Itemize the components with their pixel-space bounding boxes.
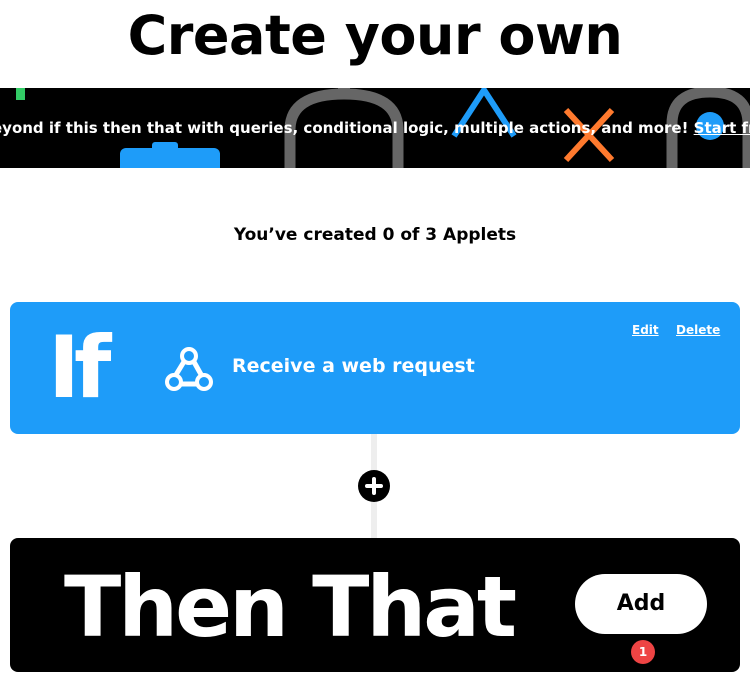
applet-count-text: You’ve created 0 of 3 Applets — [233, 225, 517, 245]
then-action-card: Then That Add 1 — [10, 538, 740, 672]
page-title: Create your own — [127, 4, 623, 67]
start-free-link[interactable]: Start free — [694, 119, 750, 137]
promo-banner: eyond if this then that with queries, co… — [0, 88, 750, 168]
edit-trigger-link[interactable]: Edit — [632, 322, 659, 338]
delete-trigger-link[interactable]: Delete — [676, 322, 720, 338]
if-label: If — [48, 318, 111, 418]
add-step-button[interactable] — [358, 470, 390, 502]
trigger-name: Receive a web request — [232, 355, 475, 377]
add-action-button[interactable]: Add — [575, 574, 707, 634]
then-that-label: Then That — [64, 558, 517, 656]
if-trigger-card[interactable]: If Receive a web request Edit Delete — [10, 302, 740, 434]
create-applet-page: Create your own eyond if this then that … — [0, 0, 750, 683]
plus-icon — [365, 477, 383, 495]
promo-text: eyond if this then that with queries, co… — [0, 119, 694, 137]
notification-badge: 1 — [631, 640, 655, 664]
promo-message: eyond if this then that with queries, co… — [0, 118, 750, 138]
webhook-icon — [165, 347, 213, 391]
